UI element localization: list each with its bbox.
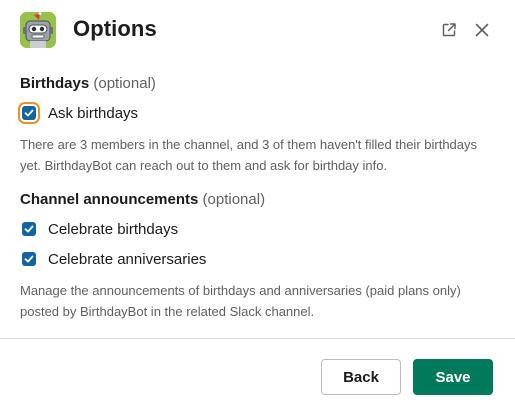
birthdays-optional-label: (optional) [93, 75, 156, 92]
back-button[interactable]: Back [321, 359, 401, 395]
page-title: Options [73, 16, 157, 41]
announcements-heading-label: Channel announcements [20, 191, 199, 208]
external-link-button[interactable] [437, 18, 461, 42]
close-icon [475, 23, 489, 37]
celebrate-birthdays-label: Celebrate birthdays [48, 220, 179, 238]
announcements-help-text: Manage the announcements of birthdays an… [20, 283, 461, 319]
external-link-icon [442, 23, 456, 37]
celebrate-anniversaries-checkbox[interactable] [22, 252, 36, 266]
checkmark-icon [24, 109, 34, 117]
options-modal: Options Birthdays (optional) Ask birthda… [0, 0, 515, 414]
save-button[interactable]: Save [413, 359, 493, 395]
birthdaybot-robot-icon [20, 12, 56, 48]
announcements-optional-label: (optional) [202, 191, 266, 208]
birthdays-heading: Birthdays (optional) [20, 74, 156, 94]
birthdays-heading-label: Birthdays [20, 75, 90, 92]
celebrate-birthdays-row[interactable]: Celebrate birthdays [20, 218, 178, 240]
checkmark-icon [24, 255, 34, 263]
close-button[interactable] [470, 18, 494, 42]
ask-birthdays-checkbox[interactable] [22, 106, 36, 120]
announcements-heading: Channel announcements (optional) [20, 190, 265, 210]
celebrate-anniversaries-label: Celebrate anniversaries [48, 250, 207, 268]
birthdays-help-text: There are 3 members in the channel, and … [20, 137, 478, 173]
ask-birthdays-label: Ask birthdays [48, 104, 139, 122]
celebrate-birthdays-checkbox[interactable] [22, 222, 36, 236]
celebrate-anniversaries-row[interactable]: Celebrate anniversaries [20, 248, 206, 270]
modal-header: Options [0, 0, 515, 60]
checkmark-icon [24, 225, 34, 233]
ask-birthdays-row[interactable]: Ask birthdays [20, 102, 138, 124]
footer-divider [0, 338, 515, 339]
